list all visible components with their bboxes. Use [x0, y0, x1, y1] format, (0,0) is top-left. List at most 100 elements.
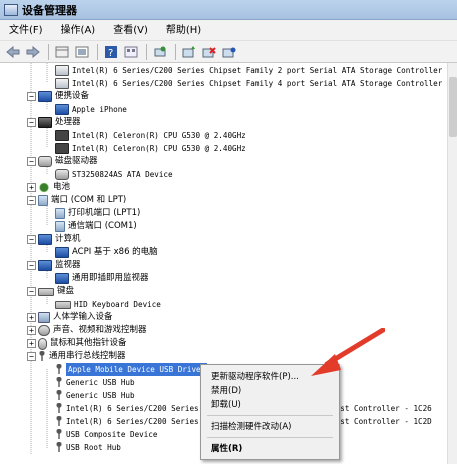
- toolbar-separator: [146, 43, 147, 60]
- printer-port-icon: [55, 208, 65, 219]
- tree-category-processors[interactable]: 处理器: [38, 116, 81, 129]
- menu-disable[interactable]: 禁用(D): [211, 384, 241, 398]
- usb-icon: [55, 377, 63, 388]
- tree-category-mice[interactable]: 鼠标和其他指针设备: [38, 337, 127, 350]
- keyboard-icon: [38, 287, 54, 296]
- tree-item-pnp-monitor[interactable]: 通用即插即用监视器: [55, 272, 149, 285]
- tree-item-hid-keyboard[interactable]: HID Keyboard Device: [55, 298, 161, 311]
- tree-category-computer[interactable]: 计算机: [38, 233, 81, 246]
- acpi-pc-icon: [55, 247, 69, 258]
- tree-item-lpt[interactable]: 打印机端口 (LPT1): [55, 207, 140, 220]
- scan-hardware-icon[interactable]: [151, 43, 169, 60]
- tree-item-generic-hub-1[interactable]: Generic USB Hub: [55, 376, 135, 389]
- hid-icon: [38, 312, 50, 323]
- expand-icon[interactable]: +: [27, 339, 36, 348]
- monitor-icon: [38, 260, 52, 271]
- expand-icon[interactable]: +: [27, 313, 36, 322]
- collapse-icon[interactable]: −: [27, 287, 36, 296]
- tree-item-com[interactable]: 通信端口 (COM1): [55, 220, 137, 233]
- iphone-icon: [55, 104, 69, 115]
- menu-uninstall[interactable]: 卸载(U): [211, 398, 241, 412]
- device-manager-icon: [4, 3, 18, 16]
- computer-icon: [38, 234, 52, 245]
- toolbar-separator: [48, 43, 49, 60]
- tree-category-keyboards[interactable]: 键盘: [38, 285, 74, 298]
- tree-item-apple-usb-driver[interactable]: Apple Mobile Device USB Driver: [55, 363, 208, 376]
- cpu-icon: [55, 143, 69, 154]
- uninstall-icon[interactable]: [200, 43, 218, 60]
- monitor-icon: [55, 273, 69, 284]
- vertical-scrollbar[interactable]: [447, 63, 457, 464]
- tree-item-cpu-2[interactable]: Intel(R) Celeron(R) CPU G530 @ 2.40GHz: [55, 142, 246, 155]
- disable-icon[interactable]: [220, 43, 238, 60]
- usb-icon: [55, 364, 63, 375]
- menu-view[interactable]: 查看(V): [104, 20, 157, 41]
- window-title: 设备管理器: [22, 3, 77, 17]
- usb-icon: [55, 442, 63, 453]
- tree-category-ports[interactable]: 端口 (COM 和 LPT): [38, 194, 126, 207]
- properties-grid-icon[interactable]: [53, 43, 71, 60]
- tree-item-acpi[interactable]: ACPI 基于 x86 的电脑: [55, 246, 158, 259]
- scrollbar-thumb[interactable]: [449, 77, 457, 137]
- processor-icon: [38, 117, 52, 128]
- usb-icon: [55, 390, 63, 401]
- portable-device-icon: [38, 91, 52, 102]
- mouse-icon: [38, 337, 47, 350]
- help-icon[interactable]: ?: [102, 43, 120, 60]
- annotation-arrow-icon: [311, 328, 385, 376]
- usb-icon: [55, 403, 63, 414]
- expand-icon[interactable]: +: [27, 183, 36, 192]
- collapse-icon[interactable]: −: [27, 352, 36, 361]
- forward-icon[interactable]: [24, 43, 42, 60]
- back-icon[interactable]: [4, 43, 22, 60]
- tree-item-usb-composite[interactable]: USB Composite Device: [55, 428, 157, 441]
- menu-file[interactable]: 文件(F): [0, 20, 52, 41]
- collapse-icon[interactable]: −: [27, 92, 36, 101]
- toolbar-separator: [97, 43, 98, 60]
- port-icon: [38, 195, 48, 206]
- tree-category-usb[interactable]: 通用串行总线控制器: [38, 350, 126, 363]
- storage-controller-icon: [55, 65, 69, 76]
- tree-item-sata-4port[interactable]: Intel(R) 6 Series/C200 Series Chipset Fa…: [55, 77, 442, 90]
- menu-separator: [207, 415, 333, 416]
- menu-help[interactable]: 帮助(H): [157, 20, 210, 41]
- tree-item-sata-2port[interactable]: Intel(R) 6 Series/C200 Series Chipset Fa…: [55, 64, 442, 77]
- tree-item-generic-hub-2[interactable]: Generic USB Hub: [55, 389, 135, 402]
- tree-category-disks[interactable]: 磁盘驱动器: [38, 155, 98, 168]
- view-icon[interactable]: [122, 43, 140, 60]
- toolbar-separator: [175, 43, 176, 60]
- collapse-icon[interactable]: −: [27, 157, 36, 166]
- usb-icon: [55, 416, 63, 427]
- expand-icon[interactable]: +: [27, 326, 36, 335]
- tree-category-portable[interactable]: 便携设备: [38, 90, 89, 103]
- tree-item-cpu-1[interactable]: Intel(R) Celeron(R) CPU G530 @ 2.40GHz: [55, 129, 246, 142]
- hard-disk-icon: [55, 169, 69, 180]
- collapse-icon[interactable]: −: [27, 118, 36, 127]
- tree-category-hid[interactable]: 人体学输入设备: [38, 311, 113, 324]
- collapse-icon[interactable]: −: [27, 261, 36, 270]
- menu-action[interactable]: 操作(A): [52, 20, 105, 41]
- show-hide-icon[interactable]: [73, 43, 91, 60]
- collapse-icon[interactable]: −: [27, 235, 36, 244]
- tree-item-usb-root-hub[interactable]: USB Root Hub: [55, 441, 121, 454]
- collapse-icon[interactable]: −: [27, 196, 36, 205]
- title-bar: 设备管理器: [0, 0, 457, 20]
- update-driver-icon[interactable]: [180, 43, 198, 60]
- menu-update-driver[interactable]: 更新驱动程序软件(P)...: [211, 370, 299, 384]
- com-port-icon: [55, 221, 65, 232]
- tree-item-iphone[interactable]: Apple iPhone: [55, 103, 127, 116]
- storage-controller-icon: [55, 78, 69, 89]
- tree-category-battery[interactable]: 电池: [38, 181, 70, 194]
- toolbar: ?: [0, 41, 457, 63]
- usb-icon: [55, 429, 63, 440]
- tree-category-sound[interactable]: 声音、视频和游戏控制器: [38, 324, 147, 337]
- menu-scan-hardware[interactable]: 扫描检测硬件改动(A): [211, 420, 291, 434]
- tree-category-monitors[interactable]: 监视器: [38, 259, 81, 272]
- menu-properties[interactable]: 属性(R): [211, 442, 242, 456]
- cpu-icon: [55, 130, 69, 141]
- svg-text:?: ?: [108, 48, 113, 58]
- speaker-icon: [38, 325, 50, 336]
- keyboard-icon: [55, 300, 71, 309]
- usb-icon: [38, 351, 46, 362]
- tree-item-disk[interactable]: ST3250824AS ATA Device: [55, 168, 173, 181]
